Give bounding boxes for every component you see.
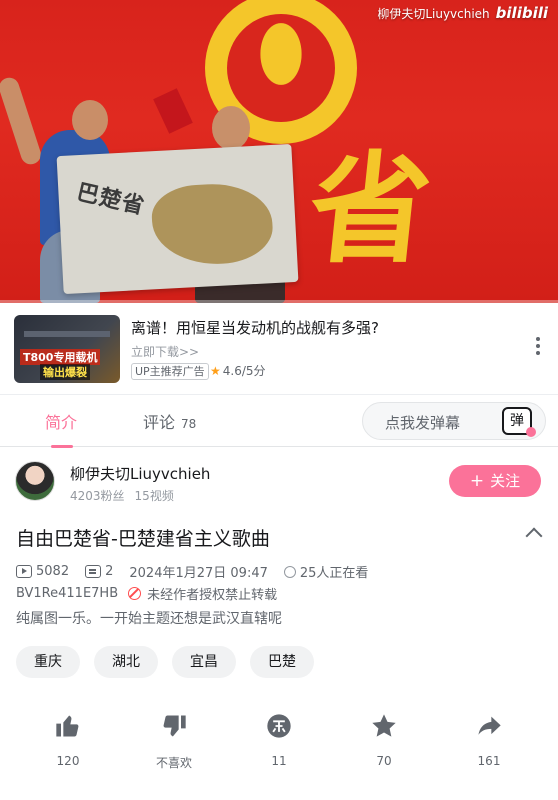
danmaku-placeholder: 点我发弹幕 (385, 414, 461, 432)
bilibili-logo: bilibili (495, 4, 548, 22)
uploader-name[interactable]: 柳伊夫切Liuyvchieh (70, 463, 210, 484)
tab-bar: 简介 评论 78 点我发弹幕 弹 (0, 395, 558, 448)
uploader-section: 柳伊夫切Liuyvchieh 4203粉丝 15视频 + 关注 (0, 447, 558, 517)
share-icon (478, 716, 501, 735)
view-count: 5082 (36, 564, 70, 579)
danmaku-count: 2 (105, 564, 114, 579)
tab-comments[interactable]: 评论 78 (143, 409, 196, 433)
ad-thumbnail[interactable]: T800专用载机 输出爆裂 (14, 315, 120, 383)
ad-thumb-text-2: 输出爆裂 (40, 364, 90, 380)
danmaku-count-icon (85, 565, 102, 578)
danmaku-input[interactable]: 点我发弹幕 弹 (362, 402, 546, 440)
more-options-icon[interactable] (536, 337, 542, 355)
coin-button[interactable]: 11 (244, 712, 314, 768)
chevron-up-icon[interactable] (525, 527, 543, 545)
held-banner: 巴楚省 (56, 143, 299, 295)
star-icon (372, 714, 396, 737)
ad-thumb-text-1: T800专用载机 (20, 349, 101, 365)
action-bar: 120 不喜欢 11 70 161 (0, 712, 558, 782)
follow-button[interactable]: + 关注 (449, 465, 541, 497)
ad-rating: ★ 4.6/5分 (210, 363, 266, 380)
share-button[interactable]: 161 (454, 712, 524, 768)
favorite-count: 70 (376, 754, 392, 768)
plus-icon: + (469, 471, 485, 491)
ad-tag: UP主推荐广告 (131, 363, 209, 380)
forbidden-icon (128, 587, 142, 600)
publish-date: 2024年1月27日 09:47 (129, 566, 268, 581)
watermark-user: 柳伊夫切Liuyvchieh (377, 6, 490, 21)
like-count: 120 (56, 754, 80, 768)
video-watermark: 柳伊夫切Liuyvchieh bilibili (377, 4, 548, 22)
ad-rating-value: 4.6/5分 (222, 364, 266, 378)
play-count-icon (16, 565, 32, 578)
tag-list: 重庆 湖北 宜昌 巴楚 (16, 646, 314, 678)
share-count: 161 (477, 754, 501, 768)
like-button[interactable]: 120 (33, 712, 103, 768)
video-count: 15视频 (134, 489, 174, 503)
favorite-button[interactable]: 70 (349, 712, 419, 768)
watching-count: 25人正在看 (299, 566, 369, 581)
uploader-stats: 4203粉丝 15视频 (70, 487, 174, 504)
copyright-notice: 未经作者授权禁止转载 (147, 588, 278, 603)
tab-comments-label: 评论 (143, 413, 176, 432)
ad-card[interactable]: T800专用载机 输出爆裂 离谱！用恒星当发动机的战舰有多强? 立即下载>> U… (0, 303, 558, 395)
video-title: 自由巴楚省-巴楚建省主义歌曲 (16, 528, 270, 550)
bvid: BV1Re411E7HB (16, 586, 119, 601)
dislike-button[interactable]: 不喜欢 (139, 712, 209, 771)
watching-icon (283, 565, 296, 578)
tag-chip[interactable]: 重庆 (16, 646, 80, 678)
background-character: 省 (302, 139, 438, 280)
video-player[interactable]: 省 巴楚省 柳伊夫切Liuyvchieh bilibili (0, 0, 558, 303)
bvid-line: BV1Re411E7HB 未经作者授权禁止转载 (16, 584, 277, 603)
dislike-label: 不喜欢 (155, 756, 192, 770)
danmaku-toggle-icon[interactable]: 弹 (502, 407, 536, 437)
small-flag (153, 88, 193, 134)
star-icon: ★ (210, 364, 221, 378)
video-meta: 5082 2 2024年1月27日 09:47 25人正在看 (16, 562, 368, 581)
video-description: 纯属图一乐。一开始主题还想是武汉直辖呢 (16, 611, 282, 627)
ad-download-link[interactable]: 立即下载>> (131, 343, 199, 360)
tab-intro[interactable]: 简介 (45, 409, 78, 448)
avatar[interactable] (15, 461, 55, 501)
province-map (150, 181, 275, 268)
tag-chip[interactable]: 湖北 (94, 646, 158, 678)
tag-chip[interactable]: 宜昌 (172, 646, 236, 678)
thumbs-down-icon (163, 715, 186, 737)
comments-count: 78 (181, 417, 197, 431)
tab-intro-label: 简介 (45, 413, 78, 432)
follow-label: 关注 (490, 472, 521, 490)
fans-count: 4203粉丝 (70, 489, 125, 503)
ad-title[interactable]: 离谱！用恒星当发动机的战舰有多强? (131, 317, 379, 338)
coin-icon (267, 714, 291, 738)
banner-text: 巴楚省 (74, 179, 148, 220)
coin-count: 11 (271, 754, 287, 768)
tag-chip[interactable]: 巴楚 (250, 646, 314, 678)
thumbs-up-icon (56, 715, 79, 737)
